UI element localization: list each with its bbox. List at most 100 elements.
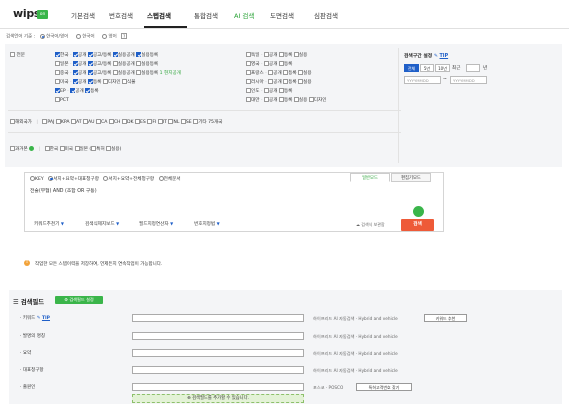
fr-checkbox[interactable] bbox=[246, 70, 251, 75]
past-info-icon[interactable] bbox=[29, 146, 35, 151]
past-checkbox[interactable] bbox=[10, 146, 15, 151]
search-query-textarea[interactable]: 전술(무협) AND (조합 OR 구동) bbox=[24, 186, 444, 206]
nav-integrated-search[interactable]: 통합검색 bbox=[194, 10, 218, 20]
de-reg-checkbox[interactable] bbox=[278, 52, 284, 57]
ru-reg-checkbox[interactable] bbox=[283, 79, 289, 84]
cn-pub-checkbox[interactable] bbox=[73, 70, 79, 75]
nav-step-search[interactable]: 스텝검색 bbox=[147, 10, 171, 20]
field-title-input[interactable] bbox=[132, 332, 304, 340]
field-abstract-input[interactable] bbox=[132, 349, 304, 357]
lang-radio-korean-english[interactable] bbox=[39, 33, 45, 39]
tw-design-checkbox[interactable] bbox=[308, 97, 314, 102]
pct-checkbox[interactable] bbox=[55, 97, 60, 102]
ext-dk-checkbox[interactable] bbox=[121, 119, 127, 124]
ext-at-checkbox[interactable] bbox=[70, 119, 76, 124]
past-utility-checkbox[interactable] bbox=[106, 146, 112, 151]
lang-help-icon[interactable]: ? bbox=[121, 33, 128, 39]
tab-normal-mode[interactable]: 일반모드 bbox=[350, 173, 390, 182]
ext-es-checkbox[interactable] bbox=[135, 119, 141, 124]
country-all[interactable]: 전문 bbox=[10, 52, 25, 58]
fr-pub-checkbox[interactable] bbox=[268, 70, 274, 75]
us-checkbox[interactable] bbox=[55, 79, 60, 84]
date-from-input[interactable]: YYYYMMDD bbox=[404, 76, 441, 84]
kr-pub-checkbox[interactable] bbox=[73, 52, 79, 57]
nav-ai-search[interactable]: AI 검색 bbox=[234, 10, 254, 20]
us-pub-checkbox[interactable] bbox=[73, 79, 79, 84]
ext-kpa-checkbox[interactable] bbox=[55, 119, 61, 124]
ru-util-checkbox[interactable] bbox=[298, 79, 304, 84]
cn-checkbox[interactable] bbox=[55, 70, 60, 75]
add-field-button[interactable]: ⊕ 검색필드를 추가할 수 있습니다. bbox=[132, 394, 304, 403]
fr-reg-checkbox[interactable] bbox=[283, 70, 289, 75]
jp-pub-checkbox[interactable] bbox=[73, 61, 79, 66]
field-setting-button[interactable]: ⚙ 검색필드 설정 bbox=[55, 296, 103, 304]
tool-keyword-recommender[interactable]: 키워드추천기 ▼ bbox=[34, 221, 64, 227]
date-10y-button[interactable]: 10년 bbox=[435, 64, 450, 72]
gb-reg-checkbox[interactable] bbox=[278, 61, 284, 66]
ep-reg-checkbox[interactable] bbox=[85, 88, 91, 93]
ext-ch-checkbox[interactable] bbox=[108, 119, 114, 124]
ext-fi-checkbox[interactable] bbox=[147, 119, 153, 124]
tw-pub-checkbox[interactable] bbox=[264, 97, 270, 102]
de-util-checkbox[interactable] bbox=[293, 52, 299, 57]
tw-reg-checkbox[interactable] bbox=[278, 97, 284, 102]
jp-checkbox[interactable] bbox=[55, 61, 60, 66]
ep-checkbox[interactable] bbox=[55, 88, 60, 93]
tab-editor-mode[interactable]: 편집기모드 bbox=[391, 173, 431, 182]
us-design-checkbox[interactable] bbox=[102, 79, 108, 84]
in-reg-checkbox[interactable] bbox=[278, 88, 284, 93]
ext-it-checkbox[interactable] bbox=[157, 119, 163, 124]
past-jp-checkbox[interactable] bbox=[74, 146, 80, 151]
tool-query-board[interactable]: 검색식제지보드 ▼ bbox=[85, 221, 119, 227]
kr-util-pub-checkbox[interactable] bbox=[112, 52, 118, 57]
jp-util-pub-checkbox[interactable] bbox=[112, 61, 118, 66]
ext-ca-checkbox[interactable] bbox=[96, 119, 102, 124]
scope-key-radio[interactable] bbox=[30, 176, 35, 181]
field-applicant-input[interactable] bbox=[132, 383, 304, 391]
saved-query-link[interactable]: ☁ 검색식 보관함 bbox=[356, 222, 385, 228]
cn-util-reg-checkbox[interactable] bbox=[136, 70, 142, 75]
kr-util-reg-checkbox[interactable] bbox=[136, 52, 142, 57]
nav-basic-search[interactable]: 기본검색 bbox=[71, 10, 95, 20]
ext-paj-checkbox[interactable] bbox=[42, 119, 48, 124]
gb-checkbox[interactable] bbox=[246, 61, 251, 66]
past-patent-checkbox[interactable] bbox=[91, 146, 97, 151]
past-us-checkbox[interactable] bbox=[59, 146, 65, 151]
cn-reg-checkbox[interactable] bbox=[87, 70, 93, 75]
ext-au-checkbox[interactable] bbox=[83, 119, 89, 124]
scope-fulltext-radio[interactable] bbox=[158, 176, 164, 181]
field-keyword-tip[interactable]: TIP bbox=[42, 316, 50, 321]
date-to-input[interactable]: YYYYMMDD bbox=[450, 76, 487, 84]
country-all-checkbox[interactable] bbox=[10, 52, 15, 57]
lang-radio-english[interactable] bbox=[102, 33, 108, 39]
jp-reg-checkbox[interactable] bbox=[87, 61, 93, 66]
tool-number-method[interactable]: 번호지정법 ▼ bbox=[194, 221, 220, 227]
cn-local-pub-label[interactable]: 1 현지공개 bbox=[160, 71, 181, 76]
ep-pub-checkbox[interactable] bbox=[70, 88, 76, 93]
field-keyword-input[interactable] bbox=[132, 314, 304, 322]
us-reg-checkbox[interactable] bbox=[87, 79, 93, 84]
jp-util-reg-checkbox[interactable] bbox=[136, 61, 142, 66]
overseas-checkbox[interactable] bbox=[10, 119, 15, 124]
kr-checkbox[interactable] bbox=[55, 52, 60, 57]
gb-pub-checkbox[interactable] bbox=[264, 61, 270, 66]
search-button[interactable]: 검색 bbox=[401, 219, 434, 231]
lang-radio-korean[interactable] bbox=[75, 33, 81, 39]
fr-util-checkbox[interactable] bbox=[298, 70, 304, 75]
customer-number-search-button[interactable]: 특허고객번호 찾기 bbox=[356, 383, 412, 391]
ext-se-checkbox[interactable] bbox=[180, 119, 186, 124]
keyword-recommend-button[interactable]: 키워드 추천 bbox=[424, 314, 467, 322]
date-5y-button[interactable]: 5년 bbox=[420, 64, 434, 72]
field-claim-input[interactable] bbox=[132, 366, 304, 374]
cn-util-pub-checkbox[interactable] bbox=[112, 70, 118, 75]
ru-pub-checkbox[interactable] bbox=[268, 79, 274, 84]
nav-trial-search[interactable]: 심판검색 bbox=[314, 10, 338, 20]
ext-nl-checkbox[interactable] bbox=[168, 119, 174, 124]
date-recent-years-input[interactable] bbox=[466, 64, 480, 72]
tw-util-checkbox[interactable] bbox=[293, 97, 299, 102]
de-checkbox[interactable] bbox=[246, 52, 251, 57]
kr-reg-checkbox[interactable] bbox=[87, 52, 93, 57]
in-pub-checkbox[interactable] bbox=[264, 88, 270, 93]
ext-others-checkbox[interactable] bbox=[193, 119, 199, 124]
tool-field-operator[interactable]: 필드지정연산자 ▼ bbox=[139, 221, 173, 227]
